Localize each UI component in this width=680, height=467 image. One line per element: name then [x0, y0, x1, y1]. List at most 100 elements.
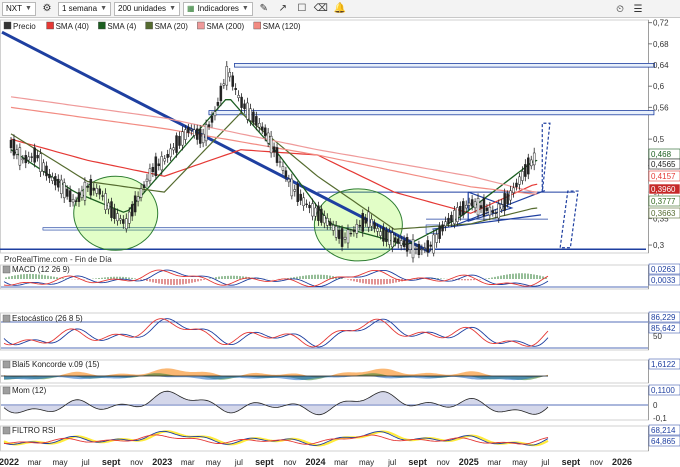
price-candle-body [68, 190, 72, 202]
time-axis-label: may [53, 458, 68, 467]
price-candle-body [258, 123, 261, 128]
legend-swatch [253, 21, 262, 30]
price-candle-body [509, 190, 512, 201]
time-axis-label: may [206, 458, 221, 467]
price-candle-body [314, 207, 317, 217]
price-candle-body [399, 240, 403, 246]
price-candle-body [352, 229, 356, 232]
price-candle-body [308, 204, 311, 209]
price-candle-body [506, 193, 509, 205]
price-candle-body [166, 154, 169, 158]
price-candle-body [21, 158, 25, 161]
price-candle-body [57, 178, 60, 188]
price-tick-label: 0,5 [653, 135, 665, 144]
panel-frame [0, 385, 649, 421]
time-axis-label: 2022 [0, 457, 19, 467]
price-candle-body [529, 159, 533, 167]
price-candle-body [27, 156, 30, 161]
price-candle-body [33, 147, 36, 163]
price-candle-body [512, 187, 515, 193]
price-candle-body [402, 240, 406, 247]
price-candle-body [71, 198, 75, 203]
legend-label: SMA (4) [107, 22, 136, 31]
price-candle-body [148, 168, 152, 182]
price-candle-body [426, 240, 430, 253]
price-candle-body [394, 237, 397, 243]
price-candle-body [370, 219, 373, 227]
price-tick-label: 0,6 [653, 82, 665, 91]
price-candle-body [346, 229, 350, 244]
price-candle-body [136, 196, 140, 202]
price-candle-body [104, 193, 107, 210]
indicator-series [1, 269, 648, 447]
time-axis-label: sept [562, 457, 581, 467]
price-candle-body [207, 124, 211, 127]
price-candle-body [420, 248, 424, 251]
price-candle-body [269, 135, 273, 154]
price-candle-body [355, 224, 359, 234]
time-axis-label: mar [181, 458, 195, 467]
price-candle-body [382, 227, 385, 242]
price-candle-body [476, 198, 480, 216]
price-candle-body [337, 229, 341, 239]
price-candle-body [266, 132, 270, 144]
price-tag-label: 0,3960 [651, 185, 676, 194]
price-candle-body [532, 152, 536, 166]
resistance-zone-rect [234, 63, 655, 68]
price-candle-body [86, 185, 90, 188]
price-candle-body [65, 188, 69, 197]
price-candle-body [24, 155, 28, 164]
price-candle-body [373, 222, 376, 229]
time-axis-label: jul [234, 458, 243, 467]
price-candle-body [311, 203, 314, 217]
legend-swatch [3, 21, 12, 30]
time-axis-label: 2025 [459, 457, 479, 467]
time-axis-label: mar [487, 458, 501, 467]
price-candle-body [423, 247, 427, 249]
price-candle-body [154, 156, 158, 176]
price-candle-body [187, 127, 190, 133]
price-candle-body [151, 167, 155, 172]
price-candle-body [296, 184, 299, 202]
price-candle-body [237, 95, 240, 99]
price-candle-body [453, 210, 456, 224]
price-candle-body [494, 212, 498, 214]
time-axis-label: nov [437, 458, 450, 467]
price-candle-body [388, 232, 391, 245]
price-candle-body [216, 102, 220, 106]
price-candle-body [432, 234, 435, 254]
price-candle-body [98, 188, 101, 195]
price-candle-body [193, 129, 196, 136]
price-candle-body [482, 198, 486, 217]
price-candle-body [272, 146, 276, 153]
price-candle-body [133, 195, 137, 213]
price-candle-body [302, 197, 305, 206]
price-candle-body [479, 205, 483, 209]
price-candle-body [467, 202, 471, 206]
price-candle-body [500, 204, 503, 210]
price-candle-body [376, 228, 379, 232]
chart-canvas[interactable]: 0,720,680,640,60,560,50,450,40,350,30,46… [0, 0, 680, 467]
price-candle-body [299, 193, 302, 201]
price-candle-body [491, 210, 495, 214]
time-axis-label: mar [28, 458, 42, 467]
price-candle-body [450, 214, 453, 222]
price-candle-body [408, 243, 412, 250]
price-candle-body [328, 221, 332, 226]
price-candle-body [488, 206, 492, 216]
price-candle-body [385, 229, 388, 242]
panel-icon [2, 265, 11, 274]
price-candle-body [470, 199, 474, 207]
projection-arrow [559, 190, 579, 249]
legend-label: SMA (40) [56, 22, 90, 31]
projection-arrow [541, 122, 551, 193]
price-candle-body [524, 164, 527, 177]
watermark-text: ProRealTime.com - Fin de Día [4, 255, 112, 264]
price-candle-body [275, 147, 279, 163]
price-candle-body [240, 96, 243, 108]
price-candle-body [290, 178, 294, 197]
indicator-value-label: 86,229 [651, 313, 676, 322]
price-candle-body [278, 161, 282, 163]
time-axis-label: sept [408, 457, 427, 467]
time-axis-label: nov [590, 458, 603, 467]
